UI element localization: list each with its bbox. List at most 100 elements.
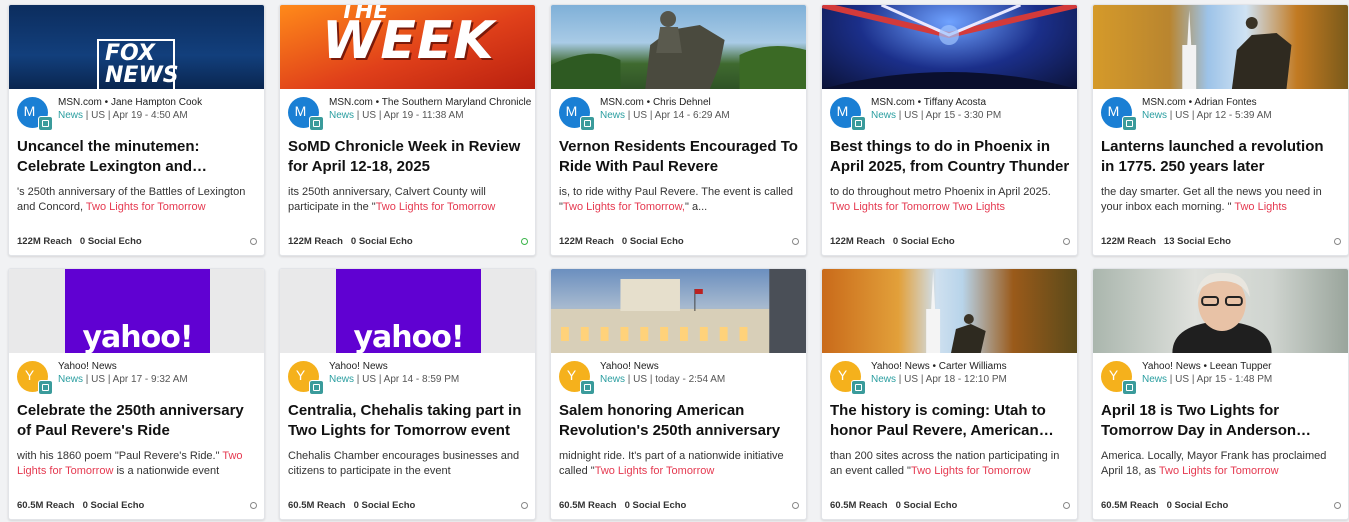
avatar-letter: Y xyxy=(837,366,848,383)
status-dot-icon[interactable] xyxy=(792,238,799,245)
article-footer: 122M Reach 0 Social Echo xyxy=(559,236,799,247)
article-snippet: the day smarter. Get all the news you ne… xyxy=(1101,185,1341,215)
article-thumbnail[interactable]: yahoo! xyxy=(9,269,264,353)
source-name[interactable]: Yahoo! News xyxy=(600,360,802,373)
article-card[interactable]: yahoo! Y Yahoo! News News | US | Apr 17 - 9… xyxy=(8,268,265,520)
article-title[interactable]: SoMD Chronicle Week in Review for April … xyxy=(288,137,528,177)
status-dot-icon[interactable] xyxy=(1063,238,1070,245)
article-snippet: Chehalis Chamber encourages businesses a… xyxy=(288,449,528,479)
article-title[interactable]: Best things to do in Phoenix in April 20… xyxy=(830,137,1070,177)
article-thumbnail[interactable] xyxy=(551,5,806,89)
snippet-highlight: Two Lights for Tomorrow xyxy=(85,201,206,213)
article-thumbnail[interactable]: THE WEEK xyxy=(280,5,535,89)
source-avatar[interactable]: M xyxy=(17,97,53,131)
article-card[interactable]: THE WEEK M MSN.com • The Southern Maryland … xyxy=(279,4,536,256)
article-thumbnail[interactable]: yahoo! xyxy=(280,269,535,353)
article-title[interactable]: Celebrate the 250th anniversary of Paul … xyxy=(17,401,257,441)
category-label: News xyxy=(871,374,897,385)
article-title[interactable]: Salem honoring American Revolution's 250… xyxy=(559,401,799,441)
article-thumbnail[interactable] xyxy=(822,269,1077,353)
news-icon xyxy=(309,380,324,395)
article-card[interactable]: M MSN.com • Adrian Fontes News | US | Apr … xyxy=(1092,4,1349,256)
article-title[interactable]: Uncancel the minutemen: Celebrate Lexing… xyxy=(17,137,257,177)
snippet-text: the day smarter. Get all the news you ne… xyxy=(1101,186,1322,213)
source-name[interactable]: MSN.com • Jane Hampton Cook xyxy=(58,96,260,109)
steeple-statue-illustration xyxy=(1182,10,1292,89)
social-echo-count: 0 Social Echo xyxy=(79,236,142,247)
source-avatar[interactable]: M xyxy=(830,97,866,131)
article-title[interactable]: April 18 is Two Lights for Tomorrow Day … xyxy=(1101,401,1341,441)
source-avatar[interactable]: Y xyxy=(830,361,866,395)
article-meta: M MSN.com • Jane Hampton Cook News | US | … xyxy=(17,96,261,131)
article-card[interactable]: Y Yahoo! News • Leean Tupper News | US | A… xyxy=(1092,268,1349,520)
source-name[interactable]: Yahoo! News • Carter Williams xyxy=(871,360,1073,373)
category-label: News xyxy=(1142,110,1168,121)
snippet-text: Chehalis Chamber encourages businesses a… xyxy=(288,450,520,477)
article-info: News | US | Apr 12 - 5:39 AM xyxy=(1142,109,1344,122)
source-name[interactable]: Yahoo! News xyxy=(58,360,260,373)
article-title[interactable]: Lanterns launched a revolution in 1775. … xyxy=(1101,137,1341,177)
article-snippet: America. Locally, Mayor Frank has procla… xyxy=(1101,449,1341,479)
source-name[interactable]: MSN.com • Tiffany Acosta xyxy=(871,96,1073,109)
week-text: WEEK xyxy=(322,11,495,71)
meta-text: MSN.com • The Southern Maryland Chronicl… xyxy=(329,96,531,122)
status-dot-icon[interactable] xyxy=(250,238,257,245)
article-grid: FOX NEWS M MSN.com • Jane Hampton Cook News… xyxy=(8,4,1349,520)
region-date: | US | today - 2:54 AM xyxy=(625,374,726,385)
article-thumbnail[interactable] xyxy=(822,5,1077,89)
snippet-highlight: Two Lights for Tomorrow xyxy=(375,201,496,213)
status-dot-icon[interactable] xyxy=(250,502,257,509)
article-footer: 122M Reach 0 Social Echo xyxy=(17,236,257,247)
avatar-letter: M xyxy=(1107,102,1120,119)
snippet-highlight: Two Lights for Tomorrow Two Lights xyxy=(830,201,1006,213)
article-snippet: than 200 sites across the nation partici… xyxy=(830,449,1070,479)
source-avatar[interactable]: Y xyxy=(1101,361,1137,395)
news-icon xyxy=(1122,116,1137,131)
article-thumbnail[interactable] xyxy=(551,269,806,353)
reach-count: 122M Reach xyxy=(830,236,885,247)
source-avatar[interactable]: Y xyxy=(17,361,53,395)
status-dot-icon[interactable] xyxy=(521,238,528,245)
article-thumbnail[interactable] xyxy=(1093,269,1348,353)
social-echo-count: 13 Social Echo xyxy=(1163,236,1231,247)
article-thumbnail[interactable] xyxy=(1093,5,1348,89)
region-date: | US | Apr 14 - 6:29 AM xyxy=(625,110,730,121)
article-card[interactable]: FOX NEWS M MSN.com • Jane Hampton Cook News… xyxy=(8,4,265,256)
news-icon xyxy=(309,116,324,131)
article-card[interactable]: Y Yahoo! News News | US | today - 2:54 AM S… xyxy=(550,268,807,520)
source-name[interactable]: Yahoo! News xyxy=(329,360,531,373)
source-name[interactable]: Yahoo! News • Leean Tupper xyxy=(1142,360,1344,373)
source-avatar[interactable]: M xyxy=(288,97,324,131)
yahoo-wordmark: yahoo! xyxy=(82,320,193,353)
source-avatar[interactable]: M xyxy=(559,97,595,131)
snippet-text-end: is a nationwide event xyxy=(113,465,220,477)
region-date: | US | Apr 19 - 11:38 AM xyxy=(354,110,464,121)
snippet-highlight: Two Lights for Tomorrow, xyxy=(562,201,685,213)
article-title[interactable]: Centralia, Chehalis taking part in Two L… xyxy=(288,401,528,441)
status-dot-icon[interactable] xyxy=(1334,238,1341,245)
circus-tent-illustration xyxy=(822,5,1077,89)
article-thumbnail[interactable]: FOX NEWS xyxy=(9,5,264,89)
article-card[interactable]: M MSN.com • Chris Dehnel News | US | Apr 1… xyxy=(550,4,807,256)
status-dot-icon[interactable] xyxy=(792,502,799,509)
avatar-letter: Y xyxy=(24,366,35,383)
article-title[interactable]: The history is coming: Utah to honor Pau… xyxy=(830,401,1070,441)
source-avatar[interactable]: M xyxy=(1101,97,1137,131)
status-dot-icon[interactable] xyxy=(1063,502,1070,509)
article-title[interactable]: Vernon Residents Encouraged To Ride With… xyxy=(559,137,799,177)
article-card[interactable]: M MSN.com • Tiffany Acosta News | US | Apr… xyxy=(821,4,1078,256)
avatar-letter: M xyxy=(23,102,36,119)
source-avatar[interactable]: Y xyxy=(288,361,324,395)
status-dot-icon[interactable] xyxy=(521,502,528,509)
status-dot-icon[interactable] xyxy=(1334,502,1341,509)
source-avatar[interactable]: Y xyxy=(559,361,595,395)
article-card[interactable]: Y Yahoo! News • Carter Williams News | US … xyxy=(821,268,1078,520)
source-name[interactable]: MSN.com • The Southern Maryland Chronicl… xyxy=(329,96,531,109)
news-icon xyxy=(580,380,595,395)
source-name[interactable]: MSN.com • Chris Dehnel xyxy=(600,96,802,109)
source-name[interactable]: MSN.com • Adrian Fontes xyxy=(1142,96,1344,109)
article-card[interactable]: yahoo! Y Yahoo! News News | US | Apr 14 - 8… xyxy=(279,268,536,520)
article-info: News | US | Apr 15 - 1:48 PM xyxy=(1142,373,1344,386)
meta-text: MSN.com • Chris Dehnel News | US | Apr 14… xyxy=(600,96,802,122)
avatar-letter: M xyxy=(294,102,307,119)
